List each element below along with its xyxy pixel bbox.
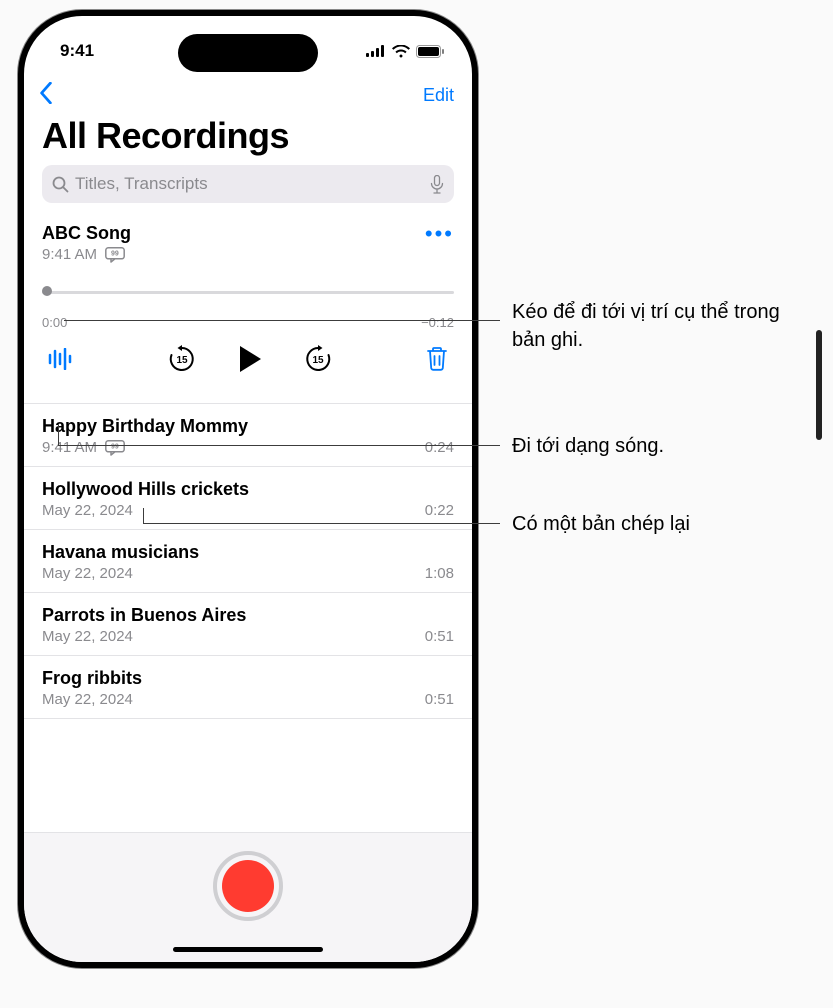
play-button[interactable] xyxy=(237,344,263,379)
recording-subtitle: May 22, 2024 xyxy=(42,565,133,582)
bottom-bar xyxy=(24,832,472,962)
phone-side-button xyxy=(816,330,822,440)
recording-title: Havana musicians xyxy=(42,542,454,563)
svg-text:99: 99 xyxy=(111,250,119,257)
recording-row[interactable]: Frog ribbits May 22, 2024 0:51 xyxy=(24,656,472,719)
wifi-icon xyxy=(392,45,410,58)
recording-row-peek[interactable]: . xyxy=(24,719,472,752)
recording-subtitle: May 22, 2024 xyxy=(42,628,133,645)
transcript-icon[interactable]: 99 xyxy=(105,247,125,263)
phone-frame: 9:41 Edit All Recordings xyxy=(18,10,478,968)
recording-row[interactable]: Havana musicians May 22, 2024 1:08 xyxy=(24,530,472,593)
recording-title: Parrots in Buenos Aires xyxy=(42,605,454,626)
recording-subtitle: May 22, 2024 xyxy=(42,691,133,708)
transcript-icon[interactable]: 99 xyxy=(105,440,125,456)
skip-forward-15-button[interactable]: 15 xyxy=(303,344,333,379)
recording-duration: 0:22 xyxy=(425,502,454,519)
status-icons xyxy=(366,45,444,58)
recording-duration: 0:51 xyxy=(425,691,454,708)
more-button[interactable]: ••• xyxy=(425,223,454,241)
callout-line xyxy=(143,523,500,524)
recording-subtitle: 9:41 AM xyxy=(42,439,97,456)
callout-line xyxy=(143,508,144,523)
recording-title: Frog ribbits xyxy=(42,668,454,689)
page-title: All Recordings xyxy=(24,115,472,165)
svg-text:15: 15 xyxy=(176,355,188,366)
callout-scrub: Kéo để đi tới vị trí cụ thể trong bản gh… xyxy=(512,298,812,354)
recording-row[interactable]: Parrots in Buenos Aires May 22, 2024 0:51 xyxy=(24,593,472,656)
svg-text:15: 15 xyxy=(312,355,324,366)
recording-duration: 1:08 xyxy=(425,565,454,582)
callout-transcript: Có một bản chép lại xyxy=(512,510,690,538)
recording-subtitle: May 22, 2024 xyxy=(42,502,133,519)
time-remaining: −0:12 xyxy=(421,315,454,330)
callout-waveform: Đi tới dạng sóng. xyxy=(512,432,664,460)
recording-duration: 0:24 xyxy=(425,439,454,456)
recording-row[interactable]: Happy Birthday Mommy 9:41 AM 99 0:24 xyxy=(24,404,472,467)
battery-icon xyxy=(416,45,444,58)
edit-button[interactable]: Edit xyxy=(423,85,454,106)
record-button-inner xyxy=(222,860,274,912)
delete-button[interactable] xyxy=(426,346,448,377)
search-bar[interactable] xyxy=(42,165,454,203)
time-elapsed: 0:00 xyxy=(42,315,67,330)
recording-time: 9:41 AM xyxy=(42,246,97,263)
cellular-icon xyxy=(366,45,386,57)
notch xyxy=(178,34,318,72)
scrubber-thumb[interactable] xyxy=(42,286,52,296)
recording-title: Hollywood Hills crickets xyxy=(42,479,454,500)
home-indicator[interactable] xyxy=(173,947,323,952)
playback-scrubber[interactable] xyxy=(42,281,454,311)
scrubber-track xyxy=(42,291,454,294)
mic-icon[interactable] xyxy=(430,175,444,194)
recording-title: Happy Birthday Mommy xyxy=(42,416,454,437)
status-time: 9:41 xyxy=(60,41,94,61)
callout-line xyxy=(64,320,500,321)
back-button[interactable] xyxy=(38,82,54,109)
callout-line xyxy=(58,445,500,446)
search-icon xyxy=(52,176,69,193)
search-input[interactable] xyxy=(75,174,424,194)
skip-back-15-button[interactable]: 15 xyxy=(167,344,197,379)
record-button[interactable] xyxy=(213,851,283,921)
recording-row[interactable]: Hollywood Hills crickets May 22, 2024 0:22 xyxy=(24,467,472,530)
recording-title: ABC Song xyxy=(42,223,131,244)
recording-duration: 0:51 xyxy=(425,628,454,645)
waveform-button[interactable] xyxy=(48,348,74,375)
callout-line xyxy=(58,425,59,445)
recording-row-selected[interactable]: ABC Song 9:41 AM 99 ••• xyxy=(24,211,472,404)
